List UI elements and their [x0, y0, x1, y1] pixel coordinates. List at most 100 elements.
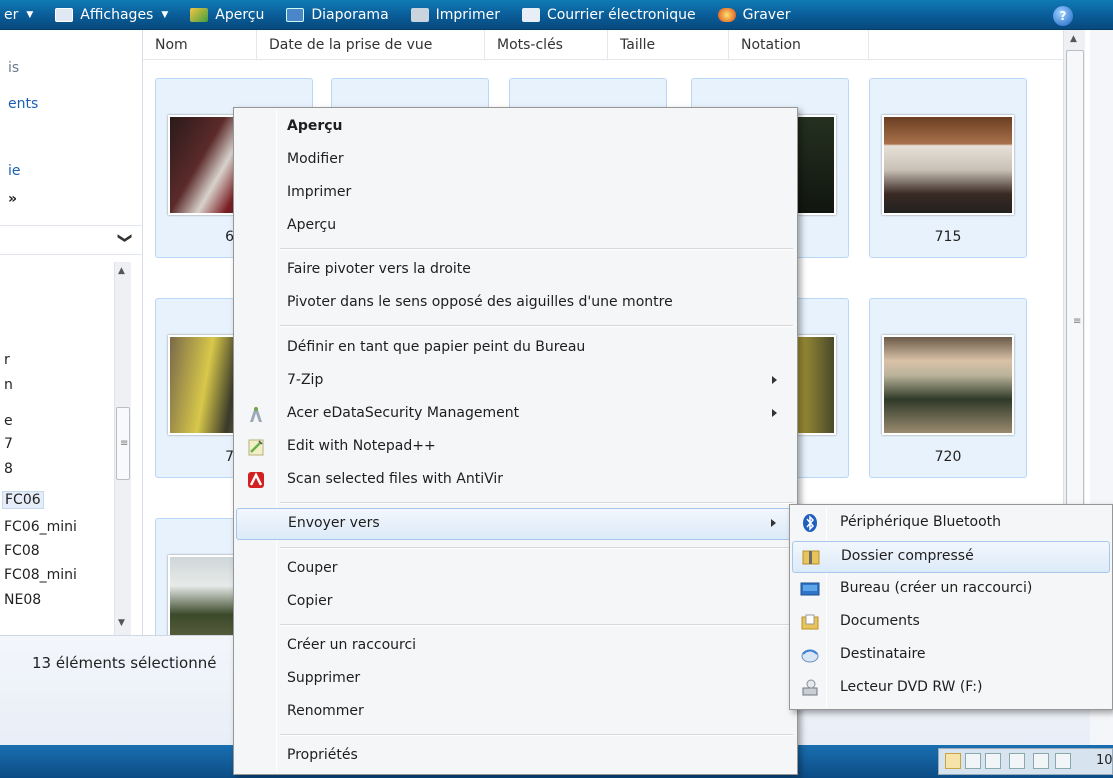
view-extra-icon[interactable] [1055, 753, 1071, 769]
menu-item-preview[interactable]: Aperçu [236, 211, 795, 243]
photo-thumbnail[interactable]: 720 [869, 298, 1027, 478]
organize-button[interactable]: er ▼ [4, 7, 33, 23]
chevron-down-icon: ❯ [117, 232, 134, 244]
photo-label: 715 [934, 229, 962, 245]
menu-item-label: Copier [287, 593, 333, 609]
chevron-down-icon: ▼ [26, 9, 34, 20]
column-header-name[interactable]: Nom [143, 30, 257, 60]
acer-edatasecurity-icon [250, 407, 262, 422]
print-button[interactable]: Imprimer [410, 6, 500, 23]
tray-number: 10 [1096, 753, 1113, 768]
view-icons-icon[interactable] [985, 753, 1001, 769]
menu-item-send-to[interactable]: Envoyer vers [236, 508, 795, 540]
menu-item-rotate-left[interactable]: Pivoter dans le sens opposé des aiguille… [236, 288, 795, 320]
grip-icon: ≡ [1073, 316, 1082, 327]
photo-label: 720 [934, 449, 962, 465]
tree-item-selected[interactable]: FC06 [2, 491, 44, 509]
burn-label: Graver [742, 6, 791, 23]
menu-separator [280, 547, 793, 549]
view-thumbnails-icon[interactable] [945, 753, 961, 769]
view-tiles-icon[interactable] [965, 753, 981, 769]
menu-item-preview-default[interactable]: Aperçu [236, 112, 795, 144]
tree-item[interactable]: n [4, 377, 13, 393]
menu-item-edit[interactable]: Modifier [236, 145, 795, 177]
photo-image [882, 115, 1014, 215]
menu-item-cut[interactable]: Couper [236, 554, 795, 586]
send-to-dvd-drive[interactable]: Lecteur DVD RW (F:) [792, 673, 1110, 705]
tree-item[interactable]: e [4, 413, 13, 429]
scroll-up-icon[interactable]: ▲ [1070, 34, 1077, 44]
menu-item-label: Aperçu [287, 217, 337, 233]
tree-scrollbar[interactable]: ▲ ≡ ▼ [114, 262, 131, 635]
menu-item-set-wallpaper[interactable]: Définir en tant que papier peint du Bure… [236, 333, 795, 365]
menu-item-notepad-plus-plus[interactable]: Edit with Notepad++ [236, 432, 795, 464]
folders-header[interactable]: ❯ [0, 225, 143, 255]
menu-item-label: Aperçu [287, 118, 343, 134]
menu-item-label: Renommer [287, 703, 364, 719]
menu-item-label: Pivoter dans le sens opposé des aiguille… [287, 294, 673, 310]
favorite-link[interactable]: ents [8, 96, 38, 112]
tree-item[interactable]: FC08 [4, 543, 40, 559]
menu-item-delete[interactable]: Supprimer [236, 664, 795, 696]
menu-item-label: Propriétés [287, 747, 358, 763]
send-to-desktop[interactable]: Bureau (créer un raccourci) [792, 574, 1110, 606]
email-label: Courrier électronique [546, 6, 696, 23]
menu-separator [280, 624, 793, 626]
email-button[interactable]: Courrier électronique [521, 6, 696, 23]
send-to-submenu: Périphérique Bluetooth Dossier compressé… [789, 504, 1113, 710]
views-button[interactable]: Affichages ▼ [55, 7, 168, 23]
column-header-date[interactable]: Date de la prise de vue [257, 30, 485, 60]
menu-item-rename[interactable]: Renommer [236, 697, 795, 729]
photo-thumbnail[interactable]: 715 [869, 78, 1027, 258]
column-header-keywords[interactable]: Mots-clés [485, 30, 608, 60]
tree-item[interactable]: FC06_mini [4, 519, 77, 535]
print-label: Imprimer [435, 6, 500, 23]
slideshow-button[interactable]: Diaporama [286, 7, 389, 23]
tree-item[interactable]: r [4, 352, 10, 368]
more-links-icon[interactable]: » [8, 191, 17, 207]
print-icon [410, 7, 429, 22]
menu-item-label: Documents [840, 613, 920, 629]
menu-item-label: Périphérique Bluetooth [840, 514, 1002, 530]
column-header-rating[interactable]: Notation [729, 30, 869, 60]
column-header-size[interactable]: Taille [608, 30, 729, 60]
send-to-compressed-folder[interactable]: Dossier compressé [792, 541, 1110, 573]
tree-scrollbar-thumb[interactable]: ≡ [116, 407, 130, 480]
bluetooth-icon [803, 514, 817, 532]
menu-item-copy[interactable]: Copier [236, 587, 795, 619]
menu-item-label: Définir en tant que papier peint du Bure… [287, 339, 586, 355]
menu-item-properties[interactable]: Propriétés [236, 741, 795, 773]
menu-item-label: Destinataire [840, 646, 926, 662]
organize-label: er [4, 6, 19, 23]
menu-item-label: Supprimer [287, 670, 361, 686]
tree-item[interactable]: 8 [4, 461, 13, 477]
tree-item[interactable]: 7 [4, 436, 13, 452]
favorite-link[interactable]: is [8, 60, 19, 76]
menu-item-7zip[interactable]: 7-Zip [236, 366, 795, 398]
tree-item[interactable]: NE08 [4, 592, 41, 608]
mail-recipient-icon [801, 649, 819, 663]
help-icon[interactable]: ? [1053, 6, 1073, 26]
view-details-icon[interactable] [1033, 753, 1049, 769]
menu-item-print[interactable]: Imprimer [236, 178, 795, 210]
menu-item-create-shortcut[interactable]: Créer un raccourci [236, 631, 795, 663]
send-to-documents[interactable]: Documents [792, 607, 1110, 639]
scroll-down-icon[interactable]: ▼ [118, 618, 125, 628]
menu-item-antivir-scan[interactable]: Scan selected files with AntiVir [236, 465, 795, 497]
burn-button[interactable]: Graver [717, 6, 791, 23]
scroll-up-icon[interactable]: ▲ [118, 266, 125, 276]
photo-image [882, 335, 1014, 435]
send-to-mail-recipient[interactable]: Destinataire [792, 640, 1110, 672]
view-list-icon[interactable] [1009, 753, 1025, 769]
tree-item[interactable]: FC08_mini [4, 567, 77, 583]
menu-separator [280, 248, 793, 250]
menu-item-acer-edatasecurity[interactable]: Acer eDataSecurity Management [236, 399, 795, 431]
antivir-icon [248, 472, 264, 488]
selection-count: 13 éléments sélectionné [32, 654, 217, 672]
preview-button[interactable]: Aperçu [190, 7, 264, 23]
menu-item-rotate-right[interactable]: Faire pivoter vers la droite [236, 255, 795, 287]
menu-item-label: Modifier [287, 151, 344, 167]
grip-icon: ≡ [120, 438, 129, 449]
favorite-link[interactable]: ie [8, 163, 21, 179]
send-to-bluetooth[interactable]: Périphérique Bluetooth [792, 508, 1110, 540]
